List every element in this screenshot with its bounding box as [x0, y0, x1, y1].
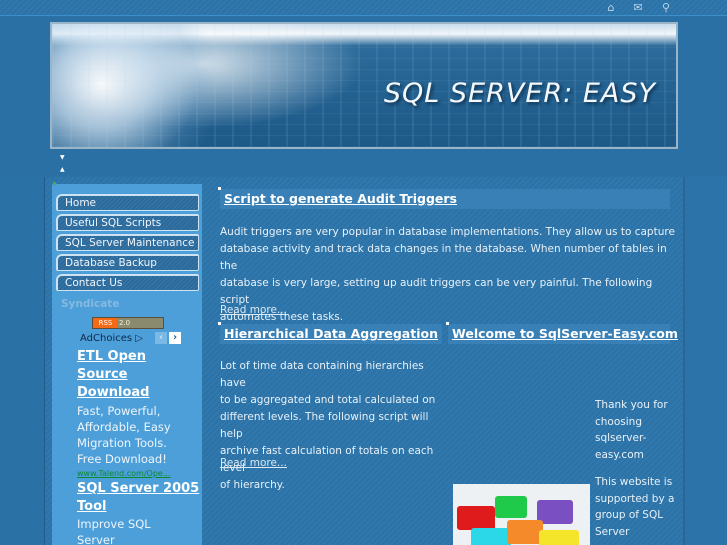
text-line: to be aggregated and total calculated on: [220, 394, 436, 406]
text-line: Thank you for: [595, 399, 668, 411]
article-body-hierarchical: Lot of time data containing hierarchies …: [220, 358, 448, 494]
sidebar: Home Useful SQL Scripts SQL Server Maint…: [52, 182, 202, 545]
toggle-arrows: ▼ ▲: [60, 152, 68, 176]
article-title-hierarchical[interactable]: Hierarchical Data Aggregation: [218, 322, 442, 344]
puzzle-piece-orange: [507, 520, 543, 544]
article-title-audit-triggers[interactable]: Script to generate Audit Triggers: [218, 187, 670, 209]
syndicate-heading: Syndicate: [61, 298, 120, 310]
article-title-link[interactable]: Hierarchical Data Aggregation: [224, 326, 438, 341]
corner-marker: [446, 322, 449, 325]
puzzle-piece-cyan: [471, 528, 511, 545]
rss-feed-button[interactable]: RSS 2.0: [92, 317, 164, 329]
ad-text-line: Server: [77, 533, 115, 545]
ad-next-button[interactable]: ›: [169, 332, 181, 344]
ad-title-line[interactable]: ETL Open: [77, 348, 146, 366]
expand-toggle-icon[interactable]: ▲: [60, 164, 68, 176]
puzzle-piece-green: [495, 496, 527, 518]
nav-sql-server-maintenance[interactable]: SQL Server Maintenance: [56, 234, 199, 251]
puzzle-piece-yellow: [539, 530, 579, 545]
corner-marker: [218, 322, 221, 325]
top-bar: ⌂ ✉ ⚲: [0, 0, 727, 16]
welcome-text-2: This website is supported by a group of …: [595, 474, 675, 540]
nav-contact-us[interactable]: Contact Us: [56, 274, 199, 291]
ad-text-line: Migration Tools.: [77, 436, 167, 450]
right-column: [683, 177, 727, 545]
text-line: group of SQL: [595, 509, 664, 521]
corner-marker: [218, 187, 221, 190]
adchoices-link[interactable]: AdChoices ▷: [80, 333, 143, 344]
welcome-text-1: Thank you for choosing sqlserver- easy.c…: [595, 397, 675, 463]
text-line: easy.com: [595, 448, 644, 461]
ad-text-line: Free Download!: [77, 452, 167, 466]
text-line: database is very large, setting up audit…: [220, 277, 653, 306]
text-line: Lot of time data containing hierarchies …: [220, 360, 424, 389]
ad-text-line: Affordable, Easy: [77, 420, 171, 434]
article-title-link[interactable]: Welcome to SqlServer-Easy.com: [452, 326, 678, 341]
read-more-link[interactable]: Read more...: [220, 457, 287, 469]
puzzle-image: [453, 484, 590, 545]
home-icon[interactable]: ⌂: [604, 1, 618, 15]
ad-text-line: Improve SQL: [77, 517, 151, 531]
ad-title-line[interactable]: Source: [77, 366, 127, 384]
text-line: supported by a: [595, 492, 675, 505]
ad-title-line[interactable]: SQL Server 2005: [77, 480, 199, 498]
text-line: database activity and track data changes…: [220, 243, 667, 272]
collapse-toggle-icon[interactable]: ▼: [60, 152, 68, 164]
search-icon[interactable]: ⚲: [659, 1, 673, 15]
text-line: different levels. The following script w…: [220, 411, 429, 440]
nav-database-backup[interactable]: Database Backup: [56, 254, 199, 271]
text-line: sqlserver-: [595, 432, 647, 444]
text-line: Server: [595, 525, 630, 538]
text-line: choosing: [595, 415, 642, 428]
ad-text-line: Fast, Powerful,: [77, 404, 161, 418]
site-banner[interactable]: SQL SERVER: EASY: [50, 22, 678, 149]
text-line: This website is: [595, 476, 673, 488]
ad-url-link[interactable]: www.Talend.com/Ope...: [77, 469, 170, 478]
corner-marker: [53, 182, 56, 185]
rss-version: 2.0: [119, 319, 131, 327]
nav-useful-sql-scripts[interactable]: Useful SQL Scripts: [56, 214, 199, 231]
puzzle-piece-red: [457, 506, 495, 530]
article-body-audit: Audit triggers are very popular in datab…: [220, 224, 680, 326]
article-title-link[interactable]: Script to generate Audit Triggers: [224, 191, 457, 206]
text-line: Audit triggers are very popular in datab…: [220, 226, 675, 238]
article-title-welcome[interactable]: Welcome to SqlServer-Easy.com: [446, 322, 678, 344]
nav-home[interactable]: Home: [56, 194, 199, 211]
mail-icon[interactable]: ✉: [631, 1, 645, 15]
ad-title-line[interactable]: Tool: [77, 498, 106, 516]
text-line: of hierarchy.: [220, 479, 285, 491]
rss-label: RSS: [94, 318, 117, 328]
ad-title-line[interactable]: Download: [77, 384, 149, 402]
site-title: SQL SERVER: EASY: [383, 78, 656, 109]
read-more-link[interactable]: Read more...: [220, 304, 287, 316]
ad-prev-button[interactable]: ‹: [155, 332, 167, 344]
